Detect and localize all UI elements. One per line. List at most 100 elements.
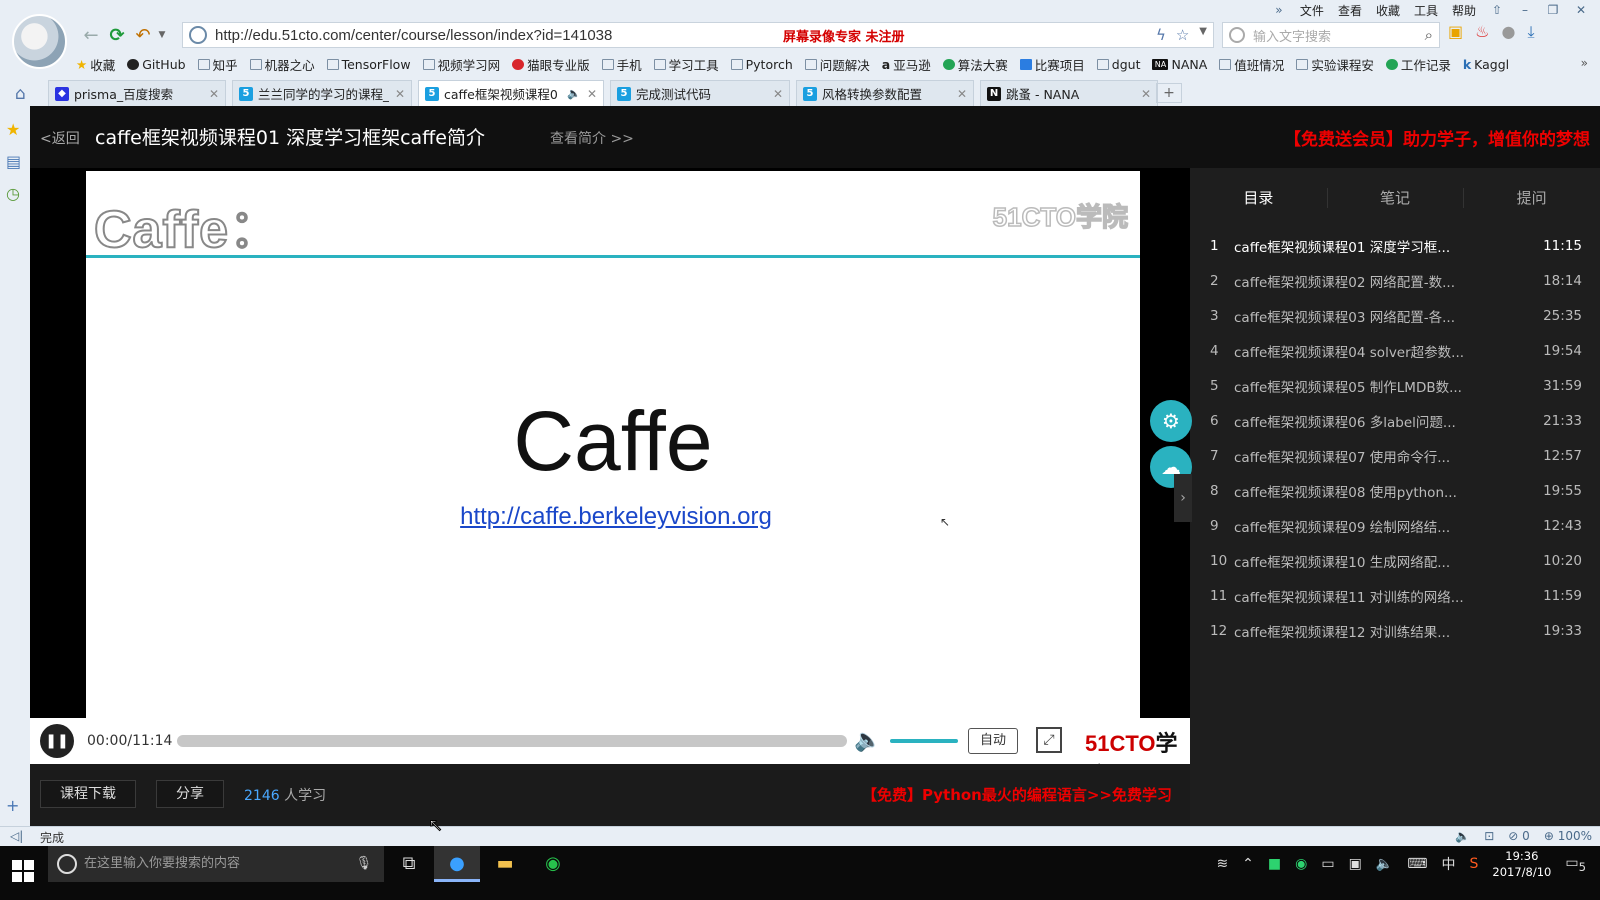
menu-file[interactable]: 文件: [1298, 2, 1326, 19]
bookmark-item[interactable]: 手机: [601, 55, 642, 74]
lesson-item[interactable]: 9 caffe框架视频课程09 绘制网络结... 12:43: [1190, 508, 1600, 543]
promo-python-link[interactable]: 【免费】Python最火的编程语言>>免费学习: [862, 784, 1172, 805]
back-arrow-icon[interactable]: ←: [78, 22, 104, 48]
bookmark-item[interactable]: GitHub: [127, 57, 186, 72]
bookmark-item[interactable]: 视频学习网: [422, 55, 500, 74]
task-view-icon[interactable]: ⧉: [386, 846, 432, 882]
app-tray-icon[interactable]: ■: [1268, 856, 1281, 872]
chevron-down-icon[interactable]: ▼: [156, 22, 168, 48]
zoom-level[interactable]: ⊕ 100%: [1544, 829, 1592, 843]
extension-icon[interactable]: ♨: [1475, 22, 1489, 42]
undo-icon[interactable]: ↶: [130, 22, 156, 48]
security-shield-icon[interactable]: [189, 26, 207, 44]
speaker-icon[interactable]: 🔈: [567, 87, 581, 100]
battery-icon[interactable]: ▭: [1321, 856, 1334, 872]
settings-gear-icon[interactable]: ⚙: [1150, 400, 1192, 442]
search-input[interactable]: 输入文字搜索 ⌕: [1222, 22, 1440, 48]
download-course-button[interactable]: 课程下载: [40, 780, 136, 808]
browser-tab-active[interactable]: 5 caffe框架视频课程0 🔈 ✕: [418, 80, 604, 106]
user-avatar[interactable]: [12, 14, 67, 69]
search-engine-icon[interactable]: [1229, 27, 1245, 43]
browser-tab[interactable]: N 跳蚤 - NANA ✕: [980, 80, 1158, 106]
wechat-icon[interactable]: ◉: [530, 846, 576, 882]
sogou-ime-icon[interactable]: S: [1469, 856, 1478, 872]
add-icon[interactable]: +: [6, 796, 19, 815]
menu-help[interactable]: 帮助: [1450, 2, 1478, 19]
bookmark-item[interactable]: 知乎: [197, 55, 238, 74]
back-link[interactable]: <返回: [40, 128, 80, 148]
bookmark-item[interactable]: 问题解决: [804, 55, 870, 74]
tab-notes[interactable]: 笔记: [1326, 168, 1464, 224]
bookmark-item[interactable]: 猫眼专业版: [512, 55, 590, 74]
browser-tab[interactable]: 5 兰兰同学的学习的课程_ ✕: [232, 80, 412, 106]
sidebar-toggle-icon[interactable]: ◁|: [10, 829, 23, 843]
lesson-item[interactable]: 6 caffe框架视频课程06 多label问题... 21:33: [1190, 403, 1600, 438]
browser-tab[interactable]: ◆ prisma_百度搜索 ✕: [48, 80, 226, 106]
lesson-item[interactable]: 2 caffe框架视频课程02 网络配置-数... 18:14: [1190, 263, 1600, 298]
tab-questions[interactable]: 提问: [1463, 168, 1600, 224]
chevron-double-right-icon[interactable]: »: [1581, 56, 1588, 70]
browser-tab[interactable]: 5 风格转换参数配置 ✕: [796, 80, 974, 106]
download-icon[interactable]: ⤓: [1527, 22, 1534, 42]
browser-app-icon[interactable]: ●: [434, 846, 480, 882]
video-frame[interactable]: Caffe： 51CTO学院 Caffe http://caffe.berkel…: [86, 171, 1140, 719]
new-tab-button[interactable]: +: [1156, 83, 1182, 103]
fullscreen-icon[interactable]: ⤢: [1036, 727, 1062, 753]
skin-icon[interactable]: ⇧: [1488, 3, 1506, 17]
ime-indicator[interactable]: 中: [1441, 854, 1455, 874]
lesson-item[interactable]: 10 caffe框架视频课程10 生成网络配... 10:20: [1190, 543, 1600, 578]
close-icon[interactable]: ✕: [957, 87, 967, 101]
pause-button[interactable]: ❚❚: [40, 724, 74, 758]
notifications-icon[interactable]: ▭5: [1565, 855, 1586, 874]
chevron-double-right-icon[interactable]: »: [1270, 3, 1288, 17]
bookmark-item[interactable]: 实验课程安: [1296, 55, 1374, 74]
network-icon[interactable]: ▣: [1349, 856, 1362, 872]
close-icon[interactable]: ✕: [587, 87, 597, 101]
lesson-item[interactable]: 5 caffe框架视频课程05 制作LMDB数... 31:59: [1190, 368, 1600, 403]
close-icon[interactable]: ✕: [1572, 3, 1590, 17]
menu-view[interactable]: 查看: [1336, 2, 1364, 19]
url-text[interactable]: http://edu.51cto.com/center/course/lesso…: [215, 27, 612, 44]
close-icon[interactable]: ✕: [395, 87, 405, 101]
quality-button[interactable]: 自动: [968, 728, 1018, 754]
bookmark-item[interactable]: k Kaggl: [1463, 57, 1509, 72]
wifi-icon[interactable]: ≋: [1216, 856, 1228, 872]
bookmark-item[interactable]: dgut: [1096, 57, 1140, 72]
video-area[interactable]: Caffe： 51CTO学院 Caffe http://caffe.berkel…: [30, 168, 1190, 719]
lesson-item[interactable]: 1 caffe框架视频课程01 深度学习框... 11:15: [1190, 228, 1600, 263]
lesson-item[interactable]: 3 caffe框架视频课程03 网络配置-各... 25:35: [1190, 298, 1600, 333]
volume-slider[interactable]: [890, 739, 958, 743]
history-icon[interactable]: ◷: [6, 184, 20, 203]
windows-start-icon[interactable]: [12, 860, 34, 882]
lesson-item[interactable]: 4 caffe框架视频课程04 solver超参数... 19:54: [1190, 333, 1600, 368]
lesson-item[interactable]: 12 caffe框架视频课程12 对训练结果... 19:33: [1190, 613, 1600, 648]
more-icon[interactable]: ●: [1501, 22, 1515, 42]
view-intro-link[interactable]: 查看简介 >>: [550, 128, 634, 148]
lesson-item[interactable]: 11 caffe框架视频课程11 对训练的网络... 11:59: [1190, 578, 1600, 613]
menu-favorites[interactable]: 收藏: [1374, 2, 1402, 19]
taskbar-search-input[interactable]: 在这里输入你要搜索的内容 🎙: [48, 846, 384, 882]
star-icon[interactable]: ☆: [1176, 26, 1189, 44]
adblock-badge[interactable]: ⊘ 0: [1508, 829, 1530, 843]
bookmark-item[interactable]: 算法大赛: [942, 55, 1008, 74]
clock[interactable]: 19:36 2017/8/10: [1492, 848, 1551, 880]
lesson-item[interactable]: 7 caffe框架视频课程07 使用命令行... 12:57: [1190, 438, 1600, 473]
lesson-item[interactable]: 8 caffe框架视频课程08 使用python... 19:55: [1190, 473, 1600, 508]
chevron-right-icon[interactable]: ›: [1174, 474, 1192, 522]
star-icon[interactable]: ★: [6, 120, 20, 139]
search-icon[interactable]: ⌕: [1425, 26, 1433, 44]
bookmark-item[interactable]: Pytorch: [730, 57, 793, 72]
volume-icon[interactable]: 🔈: [854, 728, 881, 753]
lightning-icon[interactable]: ϟ: [1156, 26, 1166, 44]
bookmark-panel-icon[interactable]: ▤: [6, 152, 21, 171]
bookmark-item[interactable]: 比赛项目: [1019, 55, 1085, 74]
volume-tray-icon[interactable]: 🔈: [1376, 856, 1393, 872]
microphone-icon[interactable]: 🎙: [355, 846, 372, 882]
close-icon[interactable]: ✕: [1141, 87, 1151, 101]
close-icon[interactable]: ✕: [209, 87, 219, 101]
close-icon[interactable]: ✕: [773, 87, 783, 101]
extension-icon[interactable]: ▣: [1448, 22, 1463, 42]
bookmark-item[interactable]: 值班情况: [1219, 55, 1284, 74]
refresh-icon[interactable]: ⟳: [104, 22, 130, 48]
chevron-up-icon[interactable]: ⌃: [1242, 856, 1254, 872]
